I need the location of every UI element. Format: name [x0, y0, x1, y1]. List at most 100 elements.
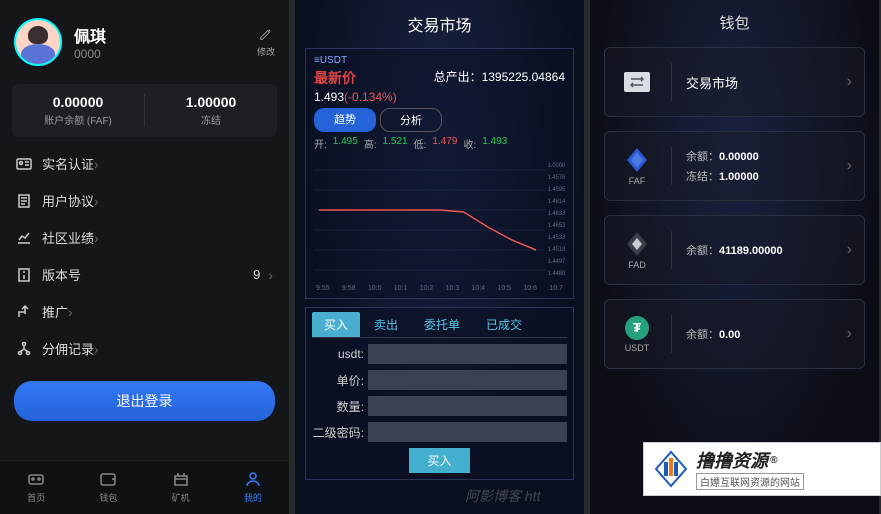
chevron-right-icon: › [94, 230, 99, 246]
badge-subtitle: 白嫖互联网资源的网站 [696, 473, 804, 490]
chevron-right-icon: › [94, 193, 99, 209]
trade-form: 买入 卖出 委托单 已成交 usdt: 单价: 数量: 二级密码: 买入 [305, 307, 574, 480]
frozen-value: 1.00000 [145, 94, 277, 110]
badge-reg: ® [770, 455, 777, 466]
tab-orders[interactable]: 委托单 [412, 312, 472, 337]
chart-xaxis: 9:559:5810:010:110:210:310:410:510:610:7 [314, 285, 565, 292]
svg-text:1.4533: 1.4533 [548, 235, 565, 241]
miner-icon [171, 469, 191, 489]
nav-mine[interactable]: 我的 [217, 461, 289, 514]
analysis-button[interactable]: 分析 [380, 108, 442, 132]
doc-icon [16, 193, 32, 209]
menu-list: 实名认证› 用户协议› 社区业绩› 版本号9› 推广› 分佣记录› [0, 145, 289, 367]
trade-tabs: 买入 卖出 委托单 已成交 [312, 312, 567, 338]
svg-text:₮: ₮ [633, 320, 641, 335]
wallet-icon [98, 469, 118, 489]
tab-sell[interactable]: 卖出 [362, 312, 410, 337]
svg-text:1.4497: 1.4497 [548, 259, 565, 265]
qty-input[interactable] [368, 396, 567, 416]
nav-wallet[interactable]: 钱包 [72, 461, 144, 514]
profile-header: 佩琪 0000 修改 [0, 0, 289, 76]
svg-text:1.4518: 1.4518 [548, 247, 565, 253]
chevron-right-icon: › [847, 157, 852, 175]
site-badge[interactable]: 撸撸资源® 白嫖互联网资源的网站 [643, 442, 881, 496]
user-id: 0000 [74, 47, 106, 61]
qty-label: 数量: [312, 398, 368, 415]
chevron-right-icon: › [94, 156, 99, 172]
tab-filled[interactable]: 已成交 [474, 312, 534, 337]
chevron-right-icon: › [94, 341, 99, 357]
usdt-input[interactable] [368, 344, 567, 364]
chevron-right-icon: › [68, 304, 73, 320]
usdt-icon: ₮USDT [617, 314, 657, 354]
wallet-title: 钱包 [590, 0, 879, 47]
price-row: 1.493(-0.134%) [314, 90, 565, 104]
menu-item-version[interactable]: 版本号9› [0, 256, 289, 293]
pwd-input[interactable] [368, 422, 567, 442]
user-icon [243, 469, 263, 489]
menu-item-realname[interactable]: 实名认证› [0, 145, 289, 182]
price-input[interactable] [368, 370, 567, 390]
share-icon [16, 304, 32, 320]
svg-text:1.0000: 1.0000 [548, 163, 565, 169]
wallet-fad[interactable]: FAD 余额：41189.00000 › [604, 215, 865, 285]
svg-text:1.4614: 1.4614 [548, 199, 565, 205]
badge-logo-icon [650, 448, 692, 490]
id-icon [16, 156, 32, 172]
watermark: 阿影博客 htt [465, 486, 540, 506]
menu-item-agreement[interactable]: 用户协议› [0, 182, 289, 219]
buy-button[interactable]: 买入 [409, 448, 469, 473]
chevron-right-icon: › [847, 325, 852, 343]
ohlc-row: 开:1.495 高:1.521 低:1.479 收:1.493 [314, 136, 565, 151]
frozen-label: 冻结 [145, 112, 277, 127]
wallet-market-link[interactable]: 交易市场 › [604, 47, 865, 117]
bottom-nav: 首页 钱包 矿机 我的 [0, 460, 289, 514]
chart-icon [16, 230, 32, 246]
trend-button[interactable]: 趋势 [314, 108, 376, 132]
menu-item-community[interactable]: 社区业绩› [0, 219, 289, 256]
profile-panel: 佩琪 0000 修改 0.00000 账户余额 (FAF) 1.00000 冻结… [0, 0, 289, 514]
tree-icon [16, 341, 32, 357]
balance-value: 0.00000 [12, 94, 144, 110]
home-icon [26, 469, 46, 489]
svg-text:1.4576: 1.4576 [548, 175, 565, 181]
user-name: 佩琪 [74, 23, 106, 47]
chevron-right-icon: › [847, 73, 852, 91]
svg-text:1.4653: 1.4653 [548, 223, 565, 229]
edit-icon [259, 27, 273, 41]
price-label: 单价: [312, 372, 368, 389]
balance-card: 0.00000 账户余额 (FAF) 1.00000 冻结 [12, 84, 277, 137]
svg-text:1.4480: 1.4480 [548, 271, 565, 277]
logout-button[interactable]: 退出登录 [14, 381, 275, 421]
market-title: 交易市场 [295, 0, 584, 44]
total-output: 总产出：1395225.04864 [434, 68, 565, 88]
pwd-label: 二级密码: [312, 424, 368, 441]
avatar[interactable] [14, 18, 62, 66]
svg-text:1.4595: 1.4595 [548, 187, 565, 193]
svg-text:1.4633: 1.4633 [548, 211, 565, 217]
latest-price-label: 最新价 [314, 68, 356, 88]
nav-home[interactable]: 首页 [0, 461, 72, 514]
tab-buy[interactable]: 买入 [312, 312, 360, 337]
wallet-usdt[interactable]: ₮USDT 余额：0.00 › [604, 299, 865, 369]
menu-item-commission[interactable]: 分佣记录› [0, 330, 289, 367]
faf-icon: FAF [617, 146, 657, 186]
trading-pair[interactable]: ≡USDT [314, 55, 565, 66]
edit-button[interactable]: 修改 [257, 27, 275, 58]
badge-title: 撸撸资源 [696, 447, 768, 473]
wallet-faf[interactable]: FAF 余额：0.00000 冻结：1.00000 › [604, 131, 865, 201]
usdt-label: usdt: [312, 347, 368, 361]
version-value: 9 [253, 267, 260, 282]
menu-item-promote[interactable]: 推广› [0, 293, 289, 330]
wallet-panel: 钱包 交易市场 › FAF 余额：0.00000 冻结：1.00000 › FA… [590, 0, 879, 514]
chevron-right-icon: › [268, 267, 273, 283]
chevron-right-icon: › [847, 241, 852, 259]
info-icon [16, 267, 32, 283]
balance-label: 账户余额 (FAF) [12, 112, 144, 127]
market-label: 交易市场 [686, 73, 847, 92]
exchange-icon [617, 62, 657, 102]
market-panel: 交易市场 ≡USDT 最新价 总产出：1395225.04864 1.493(-… [295, 0, 584, 514]
fad-icon: FAD [617, 230, 657, 270]
nav-miner[interactable]: 矿机 [145, 461, 217, 514]
price-chart[interactable]: 1.0000 1.4576 1.4595 1.4614 1.4633 1.465… [314, 155, 565, 285]
